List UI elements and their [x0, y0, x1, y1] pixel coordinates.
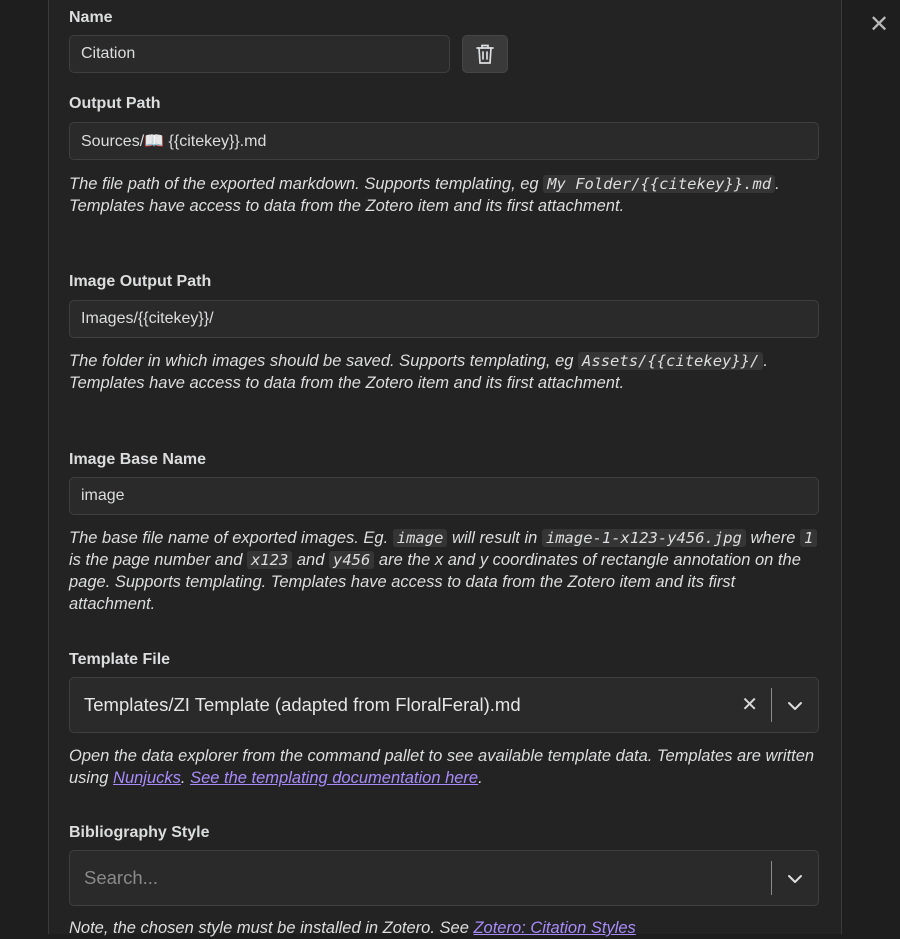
desc-text: is the page number and	[69, 551, 247, 569]
image-output-path-input-value: Images/{{citekey}}/	[81, 310, 214, 327]
image-output-path-label: Image Output Path	[69, 273, 212, 290]
select-divider	[771, 861, 772, 895]
name-label: Name	[69, 9, 113, 26]
name-input-value: Citation	[81, 45, 136, 62]
delete-button[interactable]	[462, 35, 508, 73]
zotero-citation-styles-link[interactable]: Zotero: Citation Styles	[473, 919, 635, 937]
desc-text: .	[180, 769, 191, 787]
clear-icon[interactable]: ✕	[741, 678, 758, 732]
template-file-value: Templates/ZI Template (adapted from Flor…	[84, 694, 521, 715]
output-path-desc-text: The file path of the exported markdown. …	[69, 175, 544, 193]
output-path-description: The file path of the exported markdown. …	[69, 173, 821, 217]
bibliography-style-select[interactable]: Search...	[69, 850, 819, 906]
chevron-down-icon[interactable]	[786, 870, 804, 888]
templating-docs-link[interactable]: See the templating documentation here	[190, 769, 478, 787]
code-x: x123	[246, 551, 293, 569]
image-base-name-input[interactable]: image	[69, 477, 819, 515]
output-path-input-value: Sources/📖 {{citekey}}.md	[81, 133, 267, 150]
code-y: y456	[329, 551, 375, 569]
bibliography-style-note: Note, the chosen style must be installed…	[69, 917, 821, 939]
note-text: Note, the chosen style must be installed…	[69, 919, 474, 937]
image-output-path-input[interactable]: Images/{{citekey}}/	[69, 300, 819, 338]
bibliography-search-placeholder[interactable]: Search...	[84, 851, 158, 905]
trash-icon	[476, 44, 494, 64]
template-file-description: Open the data explorer from the command …	[69, 745, 821, 789]
template-file-label: Template File	[69, 651, 171, 668]
output-path-label: Output Path	[69, 95, 161, 112]
code-image: image	[392, 529, 448, 547]
template-file-select[interactable]: Templates/ZI Template (adapted from Flor…	[69, 677, 819, 733]
code-filename-example: image-1-x123-y456.jpg	[541, 529, 746, 547]
select-divider	[771, 688, 772, 722]
desc-text: will result in	[447, 529, 542, 547]
desc-text: The base file name of exported images. E…	[69, 529, 393, 547]
name-input[interactable]: Citation	[69, 35, 450, 73]
nunjucks-link[interactable]: Nunjucks	[113, 769, 181, 787]
image-base-name-description: The base file name of exported images. E…	[69, 527, 821, 615]
close-icon[interactable]: ✕	[866, 12, 892, 38]
desc-text: where	[745, 529, 800, 547]
image-base-name-label: Image Base Name	[69, 451, 206, 468]
image-output-example-code: Assets/{{citekey}}/	[578, 352, 764, 370]
image-output-path-description: The folder in which images should be sav…	[69, 350, 821, 394]
bibliography-style-label: Bibliography Style	[69, 824, 210, 841]
desc-text: and	[292, 551, 329, 569]
output-path-input[interactable]: Sources/📖 {{citekey}}.md	[69, 122, 819, 160]
chevron-down-icon[interactable]	[786, 697, 804, 715]
code-page-number: 1	[799, 529, 818, 547]
image-base-name-input-value: image	[81, 487, 125, 504]
desc-text: .	[478, 769, 483, 787]
output-path-example-code: My Folder/{{citekey}}.md	[543, 175, 776, 193]
image-output-desc-text: The folder in which images should be sav…	[69, 352, 579, 370]
